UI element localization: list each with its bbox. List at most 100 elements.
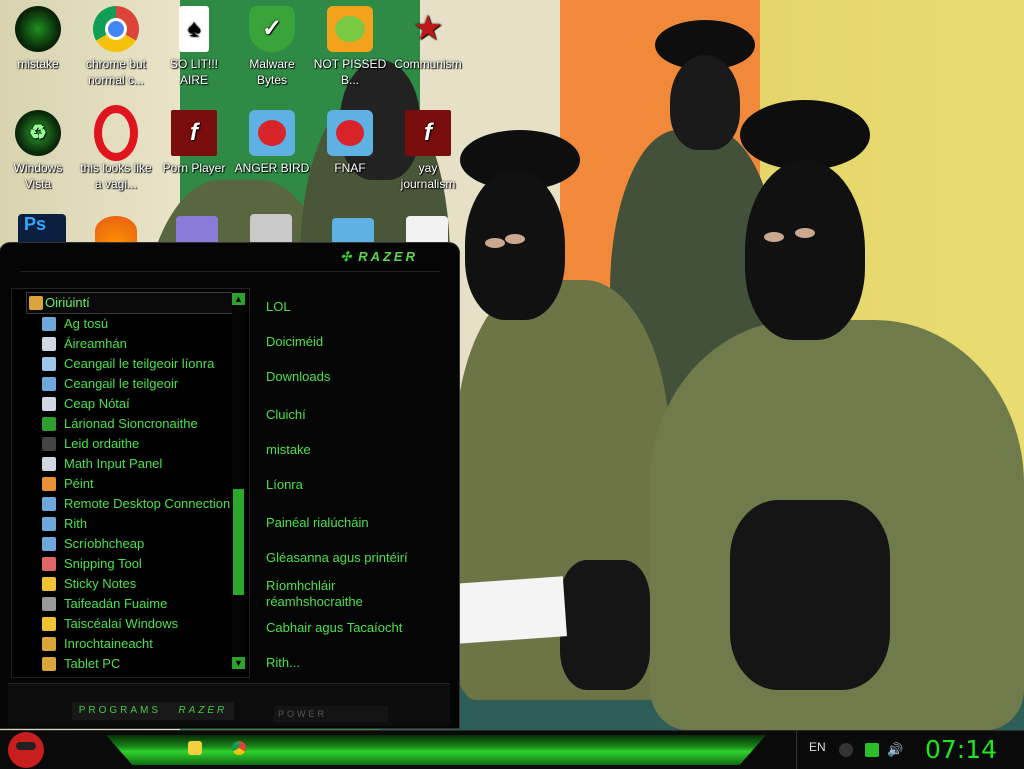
program-icon xyxy=(42,397,56,411)
start-place-item[interactable]: Cabhair agus Tacaíocht xyxy=(266,620,402,636)
program-item[interactable]: Scríobhcheap xyxy=(26,534,242,554)
program-label: Ceap Nótaí xyxy=(64,396,130,411)
language-indicator[interactable]: EN xyxy=(809,740,826,754)
shield-check-icon: ✓ xyxy=(249,6,295,52)
program-item[interactable]: Leid ordaithe xyxy=(26,434,242,454)
program-icon xyxy=(42,497,56,511)
program-label: Remote Desktop Connection xyxy=(64,496,231,511)
start-menu-header: ✣ RAZER xyxy=(20,245,440,272)
program-item[interactable]: Tablet PC xyxy=(26,654,242,674)
start-place-item[interactable]: Doiciméid xyxy=(266,334,323,350)
programs-folder[interactable]: Oiriúintí xyxy=(26,292,242,314)
desktop-icon-communism[interactable]: ★ Communism xyxy=(390,6,466,72)
desktop-icon-malwarebytes[interactable]: ✓ Malware Bytes xyxy=(234,6,310,88)
program-item[interactable]: Péint xyxy=(26,474,242,494)
desktop-icon-fnaf[interactable]: FNAF xyxy=(312,110,388,176)
desktop-icon-anger-bird[interactable]: ANGER BIRD xyxy=(234,110,310,176)
program-icon xyxy=(42,577,56,591)
clock[interactable]: 07:14 xyxy=(925,735,997,764)
program-icon xyxy=(42,537,56,551)
all-programs-button[interactable]: PROGRAMS RAZER xyxy=(72,702,234,720)
desktop-icon-label: this looks like a vagi... xyxy=(80,161,152,191)
program-label: Oiriúintí xyxy=(45,295,90,310)
start-place-item[interactable]: Downloads xyxy=(266,369,330,385)
start-button[interactable] xyxy=(8,732,44,768)
start-place-item[interactable]: Ríomhchláir réamhshocraithe xyxy=(266,578,386,610)
angry-birds-pig-icon xyxy=(327,6,373,52)
program-item[interactable]: Ceangail le teilgeoir xyxy=(26,374,242,394)
document-icon[interactable] xyxy=(406,216,448,246)
desktop-icon-solitaire[interactable]: ♠ SO LIT!!! AIRE xyxy=(156,6,232,88)
folder-icon xyxy=(29,296,43,310)
program-item[interactable]: Ag tosú xyxy=(26,314,242,334)
program-icon xyxy=(42,477,56,491)
start-place-item[interactable]: LOL xyxy=(266,299,291,315)
program-item[interactable]: Taifeadán Fuaime xyxy=(26,594,242,614)
program-item[interactable]: Rith xyxy=(26,514,242,534)
flash-player-icon: f xyxy=(171,110,217,156)
volume-icon[interactable]: 🔊 xyxy=(887,743,903,757)
desktop-icon-label: Windows Vista xyxy=(13,161,63,191)
desktop-icon-label: NOT PISSED B... xyxy=(313,57,387,87)
program-item[interactable]: Ceangail le teilgeoir líonra xyxy=(26,354,242,374)
desktop-icon-windows-vista[interactable]: ♻ Windows Vista xyxy=(0,110,76,192)
program-label: Inrochtaineacht xyxy=(64,636,153,651)
wallpaper-mask xyxy=(745,160,865,340)
start-place-item[interactable]: mistake xyxy=(266,442,311,458)
desktop-icon-mistake[interactable]: mistake xyxy=(0,6,76,72)
program-item[interactable]: Lárionad Sioncronaithe xyxy=(26,414,242,434)
desktop-icon-partial[interactable] xyxy=(176,216,218,246)
start-place-item[interactable]: Painéal rialúcháin xyxy=(266,515,369,531)
network-icon[interactable] xyxy=(865,743,879,757)
start-place-item[interactable]: Gléasanna agus printéirí xyxy=(266,550,408,566)
program-label: Ag tosú xyxy=(64,316,109,331)
program-icon xyxy=(42,657,56,671)
start-place-item[interactable]: Líonra xyxy=(266,477,303,493)
desktop-icon-partial[interactable] xyxy=(250,214,292,244)
angry-birds-icon xyxy=(327,110,373,156)
taskbar: EN 🔊 07:14 xyxy=(0,730,1024,769)
start-place-item[interactable]: Rith... xyxy=(266,655,300,671)
programs-scrollbar[interactable]: ▲ ▼ xyxy=(232,291,246,671)
scroll-up-button[interactable]: ▲ xyxy=(232,293,245,305)
start-place-item[interactable]: Cluichí xyxy=(266,407,306,423)
firefox-icon[interactable] xyxy=(95,216,137,246)
scroll-thumb[interactable] xyxy=(233,489,244,595)
program-icon xyxy=(42,437,56,451)
program-item[interactable]: Inrochtaineacht xyxy=(26,634,242,654)
razer-logo-icon xyxy=(15,6,61,52)
program-icon xyxy=(42,417,56,431)
red-star-icon: ★ xyxy=(414,12,442,45)
desktop-icon-opera[interactable]: this looks like a vagi... xyxy=(78,105,154,192)
program-item[interactable]: Math Input Panel xyxy=(26,454,242,474)
program-label: Taifeadán Fuaime xyxy=(64,596,168,611)
program-item[interactable]: Snipping Tool xyxy=(26,554,242,574)
desktop-icon-yay-journalism[interactable]: f yay journalism xyxy=(390,110,466,192)
recycle-icon: ♻ xyxy=(15,110,61,156)
program-item[interactable]: Ceap Nótaí xyxy=(26,394,242,414)
chrome-icon[interactable] xyxy=(232,741,246,755)
start-menu: ✣ RAZER Oiriúintí Ag tosú Áireamhán Ceangail… xyxy=(0,243,459,728)
program-label: Sticky Notes xyxy=(64,576,137,591)
programs-list: Oiriúintí Ag tosú Áireamhán Ceangail le tei… xyxy=(26,292,242,674)
folder-icon[interactable] xyxy=(188,741,202,755)
desktop-icon-chrome[interactable]: chrome but normal c... xyxy=(78,6,154,88)
flash-player-icon: f xyxy=(405,110,451,156)
program-item[interactable]: Áireamhán xyxy=(26,334,242,354)
program-label: Leid ordaithe xyxy=(64,436,140,451)
solitaire-icon: ♠ xyxy=(179,6,209,52)
program-label: Rith xyxy=(64,516,88,531)
program-item[interactable]: Remote Desktop Connection xyxy=(26,494,242,514)
power-button[interactable]: POWER xyxy=(274,706,388,722)
program-icon xyxy=(42,377,56,391)
photoshop-icon[interactable]: Ps xyxy=(18,214,66,244)
program-icon xyxy=(42,457,56,471)
program-item[interactable]: Taiscéalaí Windows xyxy=(26,614,242,634)
desktop-icon-porn-player[interactable]: f Porn Player xyxy=(156,110,232,176)
program-icon xyxy=(42,597,56,611)
scroll-down-button[interactable]: ▼ xyxy=(232,657,245,669)
program-icon xyxy=(42,337,56,351)
program-item[interactable]: Sticky Notes xyxy=(26,574,242,594)
desktop-icon-not-pissed[interactable]: NOT PISSED B... xyxy=(312,6,388,88)
action-center-icon[interactable] xyxy=(839,743,853,757)
